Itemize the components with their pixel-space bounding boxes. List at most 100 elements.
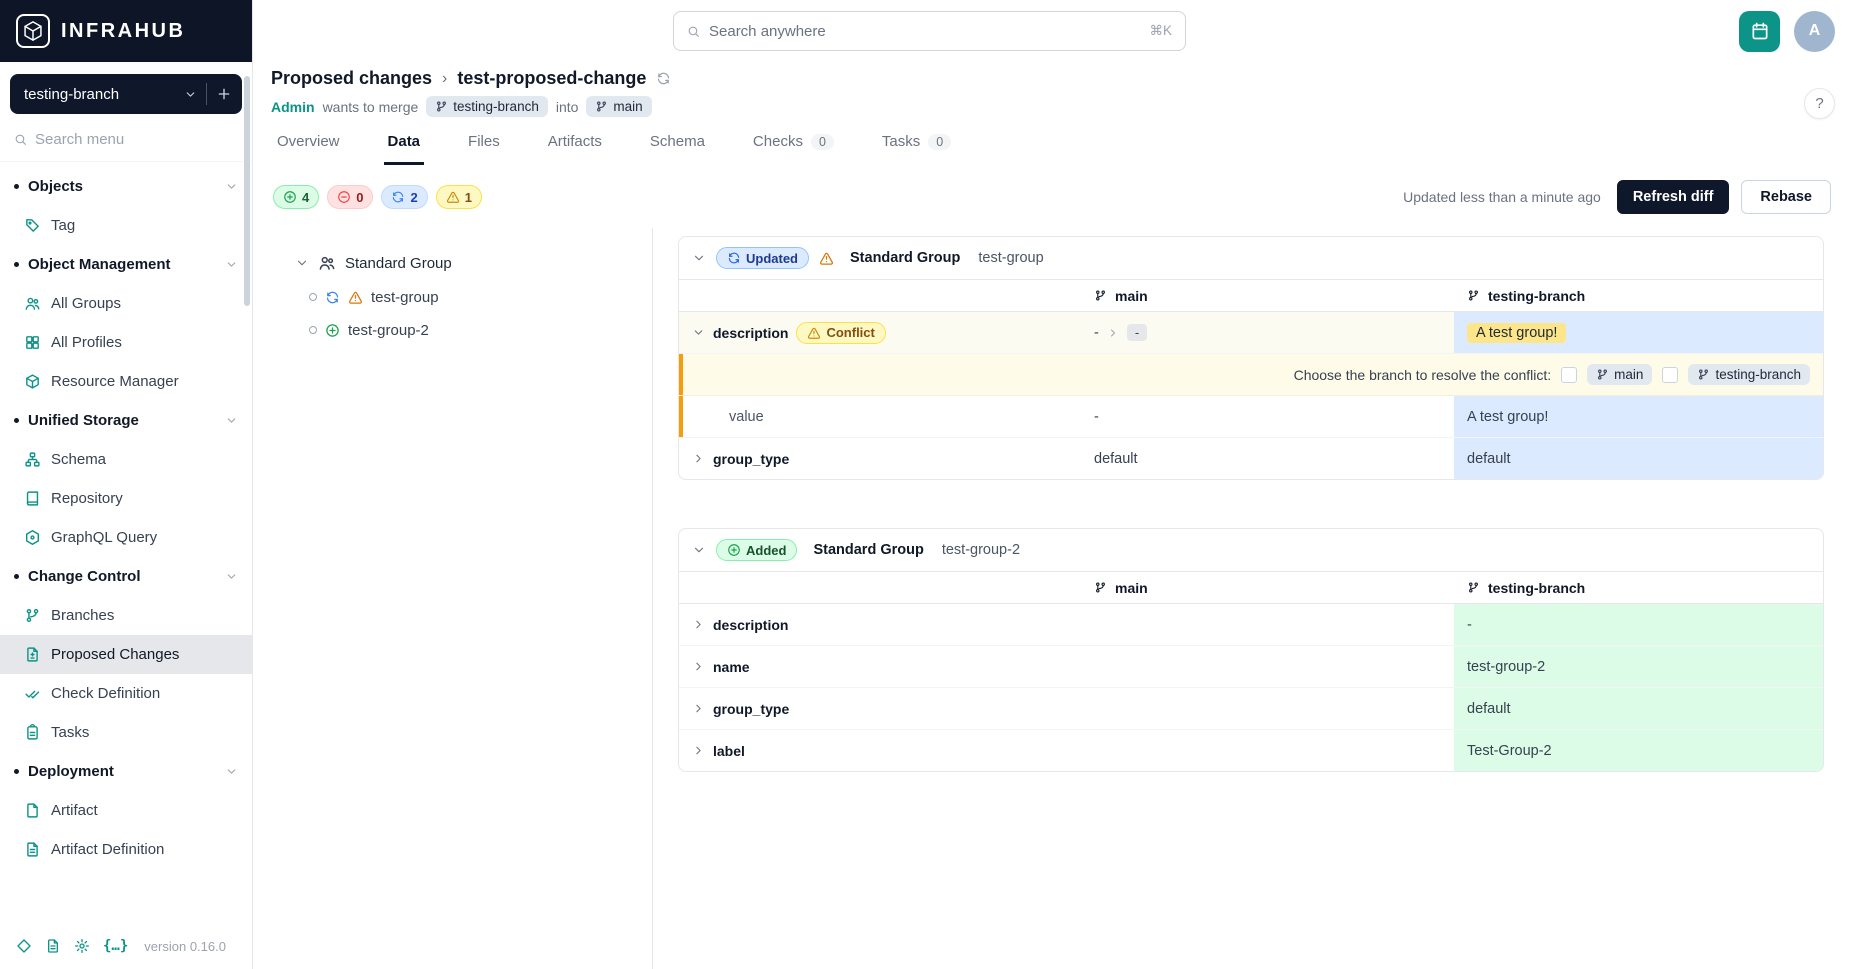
gear-icon[interactable] xyxy=(74,938,90,954)
tree-root-standard-group[interactable]: Standard Group xyxy=(295,254,632,272)
property-cell: name xyxy=(679,646,1081,687)
removed-count: 0 xyxy=(356,190,363,205)
sidebar-item-label: All Groups xyxy=(51,295,121,312)
chevron-down-icon[interactable] xyxy=(692,543,706,557)
sidebar-section-objects[interactable]: Objects xyxy=(0,167,252,206)
menu-search xyxy=(0,118,252,162)
object-kind: Standard Group xyxy=(850,250,960,266)
sidebar-item-all-profiles[interactable]: All Profiles xyxy=(0,323,252,362)
tab-artifacts[interactable]: Artifacts xyxy=(544,133,606,165)
sidebar-section-unified-storage[interactable]: Unified Storage xyxy=(0,401,252,440)
main-value: default xyxy=(1094,451,1138,467)
branch-value: - xyxy=(1467,617,1472,633)
breadcrumb-root[interactable]: Proposed changes xyxy=(271,68,432,89)
property-column-header xyxy=(679,280,1081,311)
status-label: Updated xyxy=(746,251,798,266)
sidebar-scrollbar[interactable] xyxy=(244,76,250,306)
chevron-down-icon[interactable] xyxy=(692,251,706,265)
status-label: Added xyxy=(746,543,786,558)
box-icon xyxy=(24,373,41,390)
sidebar-footer: {…} version 0.16.0 xyxy=(0,923,252,969)
conflict-branch-checkbox[interactable] xyxy=(1662,367,1678,383)
property-cell: group_type xyxy=(679,688,1081,729)
branch-selector[interactable]: testing-branch xyxy=(10,74,242,114)
sidebar-item-artifact-definition[interactable]: Artifact Definition xyxy=(0,830,252,869)
chevron-right-icon[interactable] xyxy=(692,702,705,715)
menu-search-input[interactable] xyxy=(35,131,238,148)
section-bullet xyxy=(14,769,19,774)
sidebar-item-label: Resource Manager xyxy=(51,373,179,390)
sidebar-menu: Objects Tag Object Management All Groups… xyxy=(0,162,252,923)
sidebar-section-object-management[interactable]: Object Management xyxy=(0,245,252,284)
sidebar-item-branches[interactable]: Branches xyxy=(0,596,252,635)
sidebar-item-label: Repository xyxy=(51,490,123,507)
sidebar-item-graphql-query[interactable]: GraphQL Query xyxy=(0,518,252,557)
minus-circle-icon xyxy=(337,190,351,204)
refresh-diff-button[interactable]: Refresh diff xyxy=(1617,180,1730,214)
chevron-right-icon[interactable] xyxy=(692,744,705,757)
diff-card-header[interactable]: Added Standard Group test-group-2 xyxy=(679,529,1823,572)
topbar: ⌘K A xyxy=(253,0,1861,62)
main-value-cell: - - xyxy=(1081,312,1454,353)
sidebar-item-check-definition[interactable]: Check Definition xyxy=(0,674,252,713)
section-label: Unified Storage xyxy=(28,412,216,429)
sidebar-item-schema[interactable]: Schema xyxy=(0,440,252,479)
main-value-cell xyxy=(1081,730,1454,771)
chevron-down-icon xyxy=(225,570,238,583)
file-diff-icon xyxy=(24,646,41,663)
sidebar-item-all-groups[interactable]: All Groups xyxy=(0,284,252,323)
sidebar-item-tasks[interactable]: Tasks xyxy=(0,713,252,752)
code-icon[interactable]: {…} xyxy=(103,938,128,954)
sidebar-item-tag[interactable]: Tag xyxy=(0,206,252,245)
refresh-icon[interactable] xyxy=(656,71,671,86)
docs-icon[interactable] xyxy=(45,938,61,954)
tab-label: Checks xyxy=(753,133,803,150)
conflict-main-badge[interactable]: main xyxy=(1587,364,1652,385)
chevron-down-icon[interactable] xyxy=(295,256,309,270)
add-branch-icon[interactable] xyxy=(216,86,232,102)
sidebar-section-deployment[interactable]: Deployment xyxy=(0,752,252,791)
sidebar-item-repository[interactable]: Repository xyxy=(0,479,252,518)
chevron-right-icon[interactable] xyxy=(692,618,705,631)
chevron-down-icon[interactable] xyxy=(692,326,705,339)
breadcrumb: Proposed changes › test-proposed-change xyxy=(271,68,1791,89)
sidebar-section-change-control[interactable]: Change Control xyxy=(0,557,252,596)
diamond-icon[interactable] xyxy=(16,938,32,954)
object-kind: Standard Group xyxy=(813,542,923,558)
diff-card-header[interactable]: Updated Standard Group test-group xyxy=(679,237,1823,280)
help-button[interactable]: ? xyxy=(1804,88,1835,119)
column-label: main xyxy=(1115,580,1148,596)
sidebar-item-proposed-changes[interactable]: Proposed Changes xyxy=(0,635,252,674)
grid-icon xyxy=(24,334,41,351)
branch-icon xyxy=(1467,289,1480,302)
conflict-main-checkbox[interactable] xyxy=(1561,367,1577,383)
diff-toolbar: 4 0 2 1 Updated less than a minute ago R… xyxy=(253,165,1861,214)
sidebar-item-artifact[interactable]: Artifact xyxy=(0,791,252,830)
avatar[interactable]: A xyxy=(1794,11,1835,52)
section-bullet xyxy=(14,574,19,579)
diff-tree: Standard Group test-group test-group-2 xyxy=(253,228,653,969)
time-travel-button[interactable] xyxy=(1739,11,1780,52)
breadcrumb-current: test-proposed-change xyxy=(457,68,646,89)
help-label: ? xyxy=(1815,95,1823,112)
sidebar-item-resource-manager[interactable]: Resource Manager xyxy=(0,362,252,401)
global-search-input[interactable] xyxy=(709,23,1140,40)
tab-files[interactable]: Files xyxy=(464,133,504,165)
logo[interactable]: INFRAHUB xyxy=(0,0,252,62)
conflict-branch-badge[interactable]: testing-branch xyxy=(1688,364,1810,385)
rebase-button[interactable]: Rebase xyxy=(1741,180,1831,214)
tab-count-badge: 0 xyxy=(811,134,834,150)
main-value-cell: - xyxy=(1081,396,1454,437)
warning-icon xyxy=(348,290,363,305)
property-column-header xyxy=(679,572,1081,603)
tab-data[interactable]: Data xyxy=(384,133,425,165)
tree-item-test-group-2[interactable]: test-group-2 xyxy=(309,317,632,343)
sidebar-item-label: Check Definition xyxy=(51,685,160,702)
tab-tasks[interactable]: Tasks 0 xyxy=(878,133,955,165)
tab-checks[interactable]: Checks 0 xyxy=(749,133,838,165)
tree-item-test-group[interactable]: test-group xyxy=(309,284,632,310)
chevron-right-icon[interactable] xyxy=(692,452,705,465)
tab-overview[interactable]: Overview xyxy=(273,133,344,165)
chevron-right-icon[interactable] xyxy=(692,660,705,673)
tab-schema[interactable]: Schema xyxy=(646,133,709,165)
